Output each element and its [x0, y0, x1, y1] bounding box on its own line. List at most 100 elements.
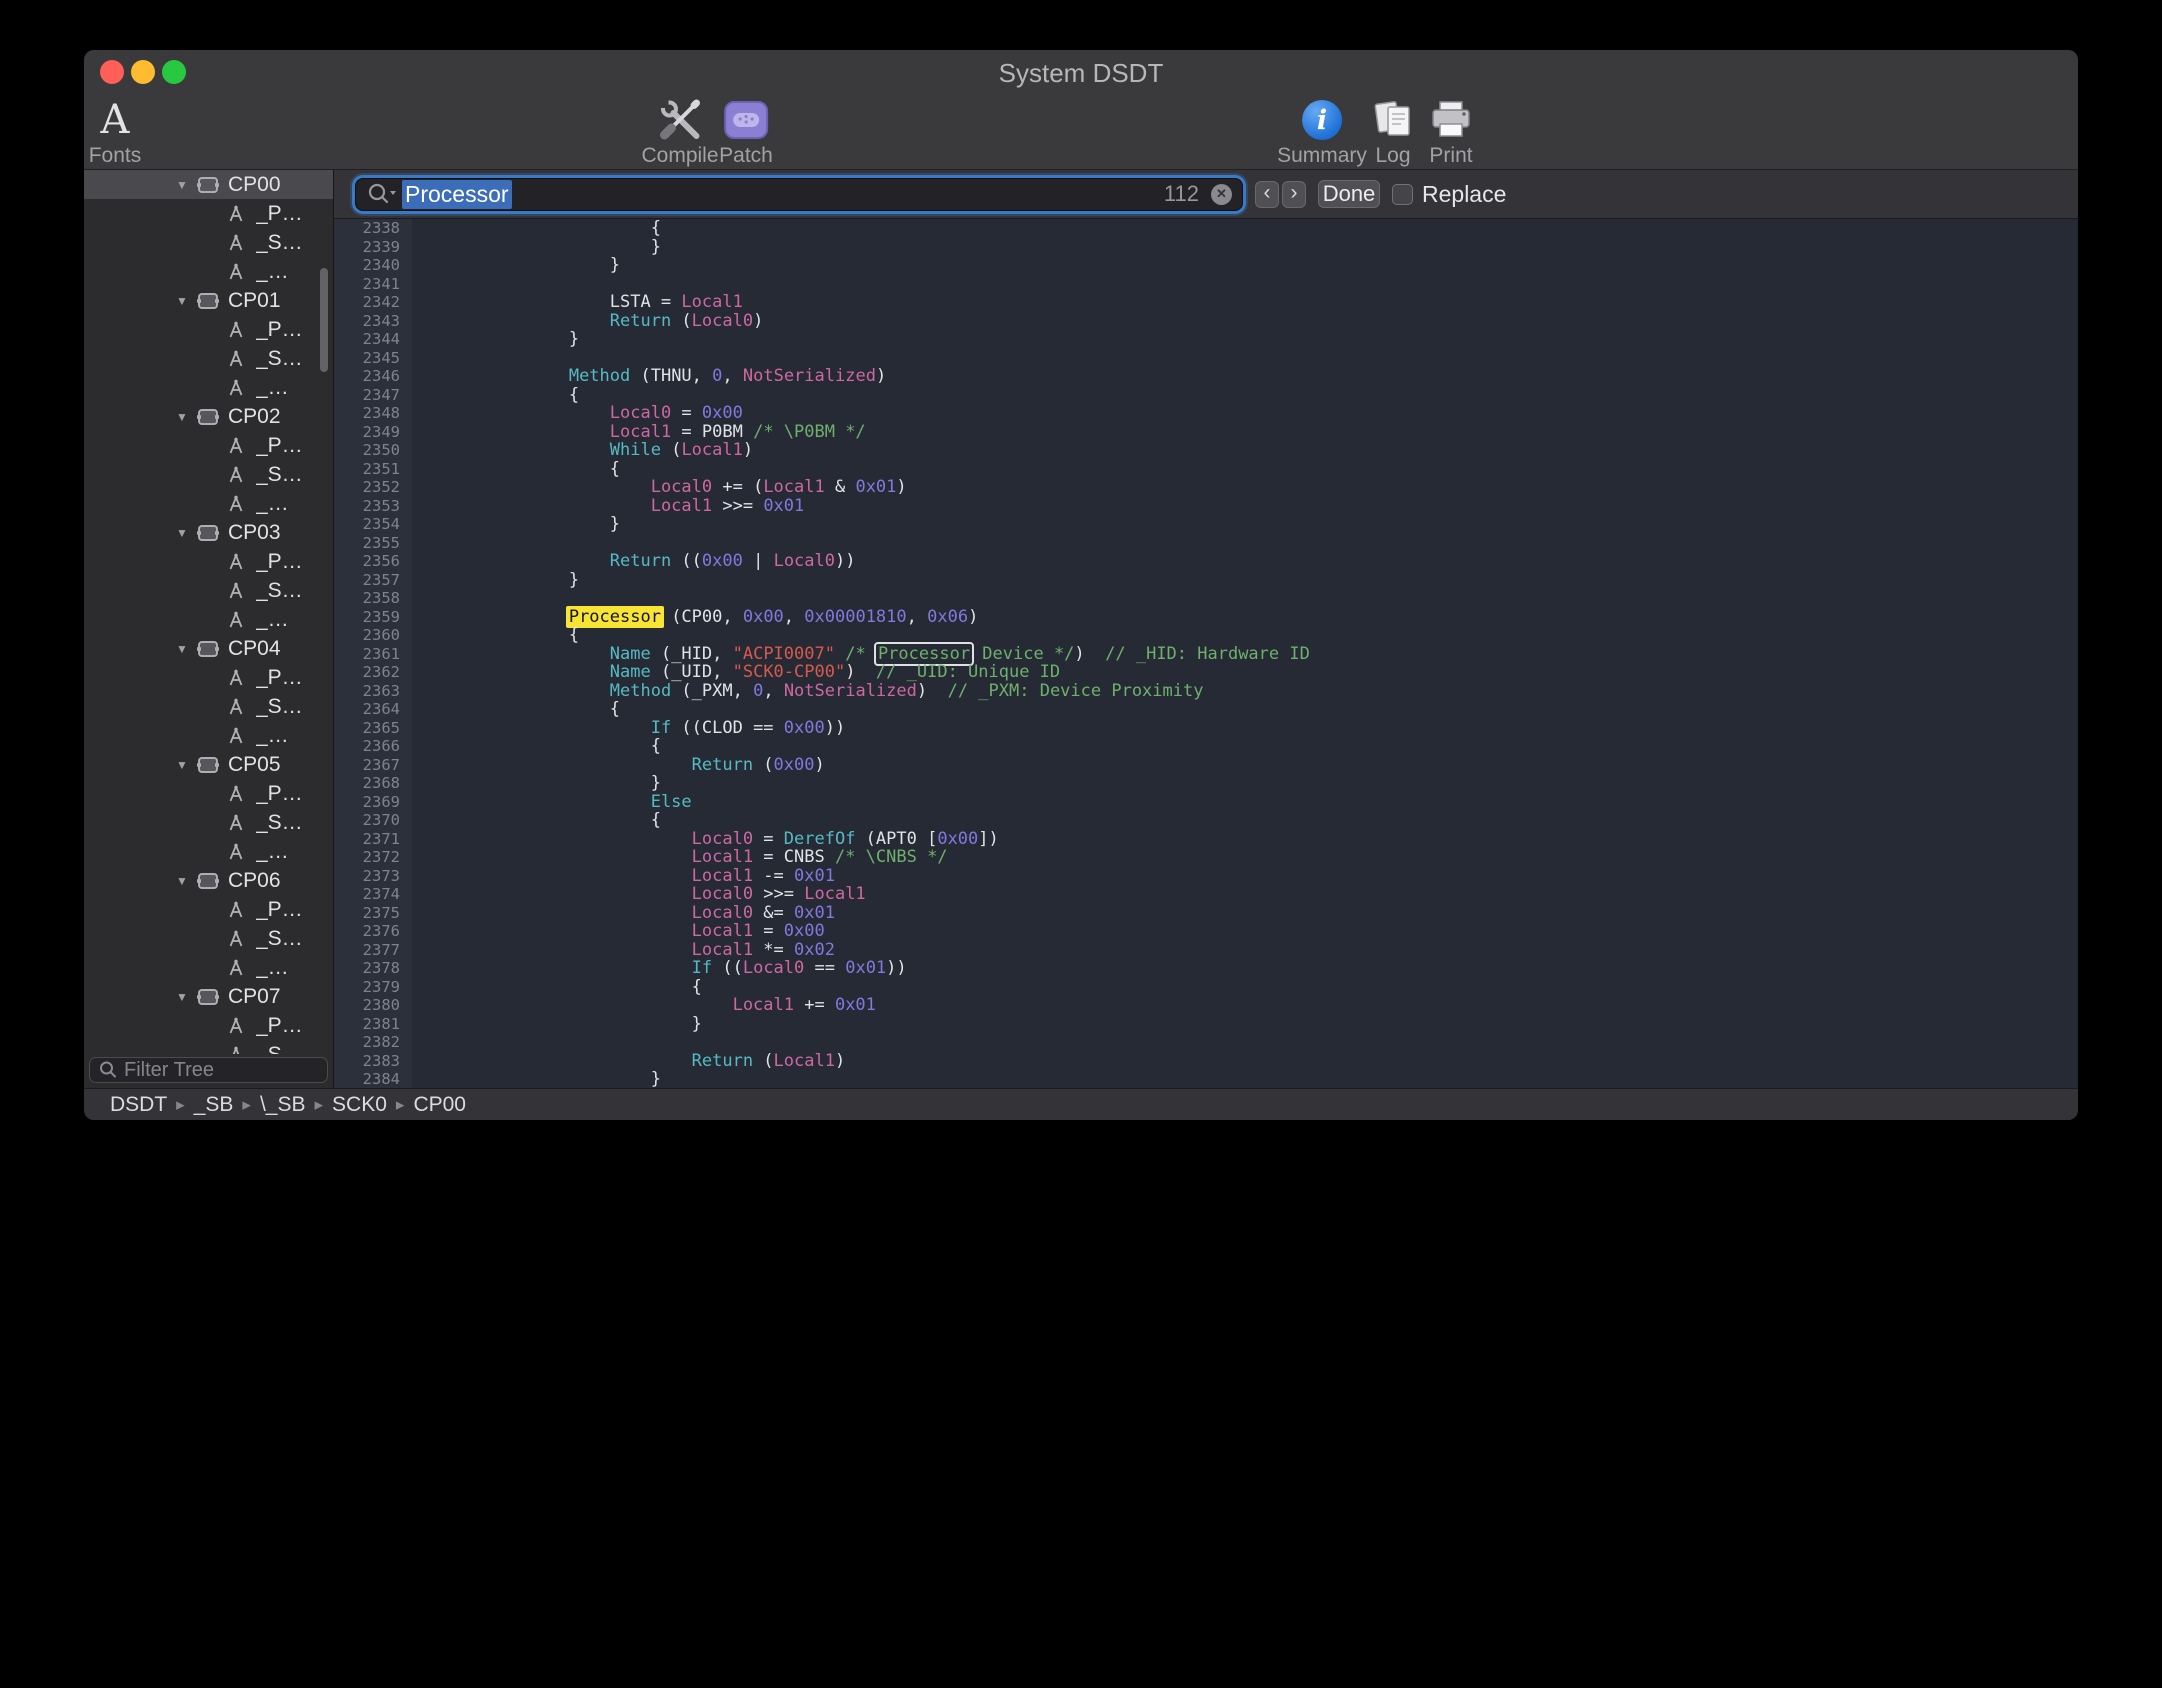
- clear-search-button[interactable]: ✕: [1211, 184, 1232, 205]
- tree-item-child[interactable]: _…: [84, 373, 333, 402]
- breadcrumb-item[interactable]: \_SB: [260, 1093, 306, 1117]
- minimize-button[interactable]: [131, 60, 155, 84]
- tree-item-CP06[interactable]: ▼ CP06: [84, 866, 333, 895]
- scope-icon: [196, 639, 220, 659]
- zoom-button[interactable]: [162, 60, 186, 84]
- disclosure-triangle-icon[interactable]: ▼: [176, 410, 192, 424]
- tree-item-label: _P…: [256, 550, 303, 574]
- breadcrumb-item[interactable]: SCK0: [332, 1093, 387, 1117]
- code-line: 2359 Processor (CP00, 0x00, 0x00001810, …: [334, 608, 2078, 627]
- tree-item-child[interactable]: _…: [84, 605, 333, 634]
- line-number: 2352: [334, 478, 412, 497]
- code-line: 2353 Local1 >>= 0x01: [334, 497, 2078, 516]
- tree-item-child[interactable]: _P…: [84, 547, 333, 576]
- method-icon: [226, 436, 246, 456]
- line-number: 2339: [334, 238, 412, 257]
- line-number: 2370: [334, 811, 412, 830]
- sidebar-scrollbar[interactable]: [320, 268, 328, 372]
- line-number: 2340: [334, 256, 412, 275]
- breadcrumb-item[interactable]: _SB: [194, 1093, 234, 1117]
- disclosure-triangle-icon[interactable]: ▼: [176, 642, 192, 656]
- tree-item-child[interactable]: _…: [84, 953, 333, 982]
- breadcrumb-item[interactable]: DSDT: [110, 1093, 167, 1117]
- tree-item-child[interactable]: _…: [84, 257, 333, 286]
- tree-item-child[interactable]: _P…: [84, 199, 333, 228]
- breadcrumb-item[interactable]: CP00: [413, 1093, 466, 1117]
- breadcrumb-separator-icon: ▸: [396, 1095, 405, 1115]
- code-line: 2345: [334, 349, 2078, 368]
- print-label: Print: [1429, 144, 1472, 168]
- tree-item-label: _P…: [256, 782, 303, 806]
- replace-checkbox[interactable]: [1392, 184, 1413, 205]
- tree-item-CP04[interactable]: ▼CP04: [84, 634, 333, 663]
- line-number: 2357: [334, 571, 412, 590]
- filter-tree-input[interactable]: Filter Tree: [89, 1057, 328, 1083]
- compile-button[interactable]: Compile: [641, 96, 718, 168]
- tree-item-child[interactable]: _…: [84, 721, 333, 750]
- line-number: 2364: [334, 700, 412, 719]
- tree-item-child[interactable]: _S…: [84, 1040, 333, 1054]
- tree-item-CP01[interactable]: ▼CP01: [84, 286, 333, 315]
- fonts-button[interactable]: A Fonts: [89, 96, 142, 168]
- tree-item-child[interactable]: _S…: [84, 344, 333, 373]
- method-icon: [226, 320, 246, 340]
- code-line: 2379 {: [334, 978, 2078, 997]
- tree-item-child[interactable]: _S…: [84, 692, 333, 721]
- breadcrumb-separator-icon: ▸: [315, 1095, 324, 1115]
- tree-item-CP00[interactable]: ▼ CP00: [84, 170, 333, 199]
- disclosure-triangle-icon[interactable]: ▼: [176, 178, 192, 192]
- tree-item-CP07[interactable]: ▼CP07: [84, 982, 333, 1011]
- patch-button[interactable]: Patch: [719, 96, 773, 168]
- compile-icon: [656, 97, 704, 143]
- tree-item-child[interactable]: _S…: [84, 228, 333, 257]
- disclosure-triangle-icon[interactable]: ▼: [176, 758, 192, 772]
- tree-item-CP03[interactable]: ▼CP03: [84, 518, 333, 547]
- tree-item-CP05[interactable]: ▼CP05: [84, 750, 333, 779]
- tree-item-child[interactable]: _P…: [84, 315, 333, 344]
- code-line: 2357 }: [334, 571, 2078, 590]
- close-button[interactable]: [100, 60, 124, 84]
- tree-item-child[interactable]: _P…: [84, 663, 333, 692]
- tree-item-label: CP00: [228, 173, 281, 197]
- code-editor[interactable]: 2338 {2339 }2340 }23412342 LSTA = Local1…: [334, 219, 2078, 1088]
- tree-item-child[interactable]: _P…: [84, 431, 333, 460]
- code-line: 2348 Local0 = 0x00: [334, 404, 2078, 423]
- tree-item-child[interactable]: _S…: [84, 808, 333, 837]
- tree-item-CP02[interactable]: ▼CP02: [84, 402, 333, 431]
- tree-item-child[interactable]: _P…: [84, 779, 333, 808]
- disclosure-triangle-icon[interactable]: ▼: [176, 526, 192, 540]
- code-line: 2372 Local1 = CNBS /* \CNBS */: [334, 848, 2078, 867]
- tree-item-child[interactable]: _…: [84, 837, 333, 866]
- find-previous-button[interactable]: ‹: [1255, 181, 1279, 208]
- search-input[interactable]: Processor 112 ✕: [355, 178, 1243, 211]
- method-icon: [226, 1045, 246, 1055]
- code-line: 2339 }: [334, 238, 2078, 257]
- tree-item-label: _P…: [256, 434, 303, 458]
- code-line: 2360 {: [334, 626, 2078, 645]
- titlebar[interactable]: System DSDT: [84, 50, 2078, 94]
- tree-item-child[interactable]: _P…: [84, 895, 333, 924]
- scope-icon: [196, 407, 220, 427]
- line-number: 2338: [334, 219, 412, 238]
- print-button[interactable]: Print: [1428, 96, 1474, 168]
- done-button[interactable]: Done: [1318, 180, 1380, 208]
- method-icon: [226, 552, 246, 572]
- disclosure-triangle-icon[interactable]: ▼: [176, 294, 192, 308]
- disclosure-triangle-icon[interactable]: ▼: [176, 874, 192, 888]
- summary-button[interactable]: i Summary: [1277, 96, 1367, 168]
- method-icon: [226, 900, 246, 920]
- tree-item-child[interactable]: _P…: [84, 1011, 333, 1040]
- tree-item-child[interactable]: _S…: [84, 460, 333, 489]
- tree-item-label: CP06: [228, 869, 281, 893]
- disclosure-triangle-icon[interactable]: ▼: [176, 990, 192, 1004]
- tree-item-child[interactable]: _…: [84, 489, 333, 518]
- tree-item-child[interactable]: _S…: [84, 576, 333, 605]
- method-icon: [226, 697, 246, 717]
- code-line: 2358: [334, 589, 2078, 608]
- code-line: 2376 Local1 = 0x00: [334, 922, 2078, 941]
- tree-item-child[interactable]: _S…: [84, 924, 333, 953]
- tree-item-label: _…: [256, 608, 289, 632]
- find-next-button[interactable]: ›: [1282, 181, 1306, 208]
- log-button[interactable]: Log: [1371, 96, 1415, 168]
- line-number: 2351: [334, 460, 412, 479]
